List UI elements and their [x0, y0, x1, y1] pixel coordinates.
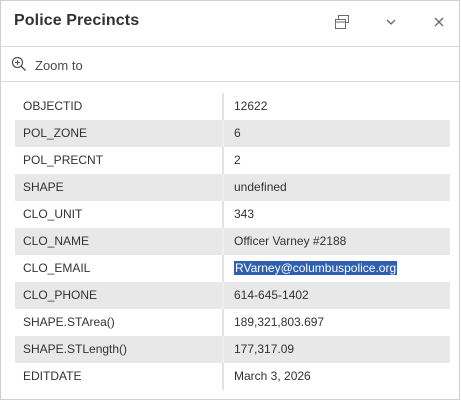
- attribute-field: OBJECTID: [23, 99, 83, 113]
- attribute-row: POL_ZONE 6: [15, 120, 450, 147]
- chevron-down-icon: [385, 15, 397, 33]
- column-separator: [222, 282, 224, 309]
- popup-header: Police Precincts: [1, 1, 459, 46]
- popup-panel: Police Precincts Zoom to OBJECTID 12622 …: [0, 0, 460, 400]
- attribute-field: SHAPE: [23, 180, 64, 194]
- attribute-value: Officer Varney #2188: [234, 234, 347, 248]
- column-separator: [222, 93, 224, 120]
- attribute-table: OBJECTID 12622 POL_ZONE 6 POL_PRECNT 2 SHAPE un…: [15, 93, 450, 390]
- attribute-field: EDITDATE: [23, 369, 82, 383]
- attribute-value: 189,321,803.697: [234, 315, 325, 329]
- attribute-row: EDITDATE March 3, 2026: [15, 363, 450, 390]
- attribute-field: SHAPE.STLength(): [23, 342, 128, 356]
- column-separator: [222, 228, 224, 255]
- attribute-row: CLO_EMAIL RVarney@columbuspolice.org: [15, 255, 450, 282]
- attribute-value: 614-645-1402: [234, 288, 309, 302]
- attribute-value: March 3, 2026: [234, 369, 311, 383]
- attribute-row: SHAPE.STLength() 177,317.09: [15, 336, 450, 363]
- column-separator: [222, 174, 224, 201]
- attribute-value: 177,317.09: [234, 342, 295, 356]
- zoom-to-label: Zoom to: [35, 58, 83, 73]
- attribute-value: 12622: [234, 99, 268, 113]
- column-separator: [222, 309, 224, 336]
- attribute-field: CLO_NAME: [23, 234, 90, 248]
- attribute-field: POL_ZONE: [23, 126, 88, 140]
- email-link[interactable]: RVarney@columbuspolice.org: [234, 261, 398, 275]
- column-separator: [222, 147, 224, 174]
- attribute-field: POL_PRECNT: [23, 153, 104, 167]
- attribute-value: 343: [234, 207, 255, 221]
- attribute-row: CLO_NAME Officer Varney #2188: [15, 228, 450, 255]
- zoom-in-icon: [11, 56, 27, 75]
- attribute-value: undefined: [234, 180, 287, 194]
- close-button[interactable]: [424, 9, 454, 39]
- attribute-row: POL_PRECNT 2: [15, 147, 450, 174]
- attribute-field: SHAPE.STArea(): [23, 315, 115, 329]
- attribute-field: CLO_PHONE: [23, 288, 98, 302]
- actions-bar: Zoom to: [1, 47, 459, 82]
- collapse-button[interactable]: [376, 9, 406, 39]
- attribute-row: SHAPE undefined: [15, 174, 450, 201]
- attribute-field: CLO_EMAIL: [23, 261, 91, 275]
- attribute-row: CLO_UNIT 343: [15, 201, 450, 228]
- attribute-value: RVarney@columbuspolice.org: [234, 261, 398, 275]
- attribute-field: CLO_UNIT: [23, 207, 83, 221]
- column-separator: [222, 201, 224, 228]
- column-separator: [222, 120, 224, 147]
- attribute-row: CLO_PHONE 614-645-1402: [15, 282, 450, 309]
- attribute-row: OBJECTID 12622: [15, 93, 450, 120]
- attribute-value: 2: [234, 153, 241, 167]
- column-separator: [222, 336, 224, 363]
- column-separator: [222, 255, 224, 282]
- attribute-value: 6: [234, 126, 241, 140]
- close-icon: [433, 15, 445, 33]
- dock-button[interactable]: [327, 9, 357, 39]
- zoom-to-button[interactable]: Zoom to: [11, 56, 83, 75]
- popup-title: Police Precincts: [14, 12, 140, 29]
- column-separator: [222, 363, 224, 390]
- attribute-row: SHAPE.STArea() 189,321,803.697: [15, 309, 450, 336]
- dock-icon: [334, 14, 350, 35]
